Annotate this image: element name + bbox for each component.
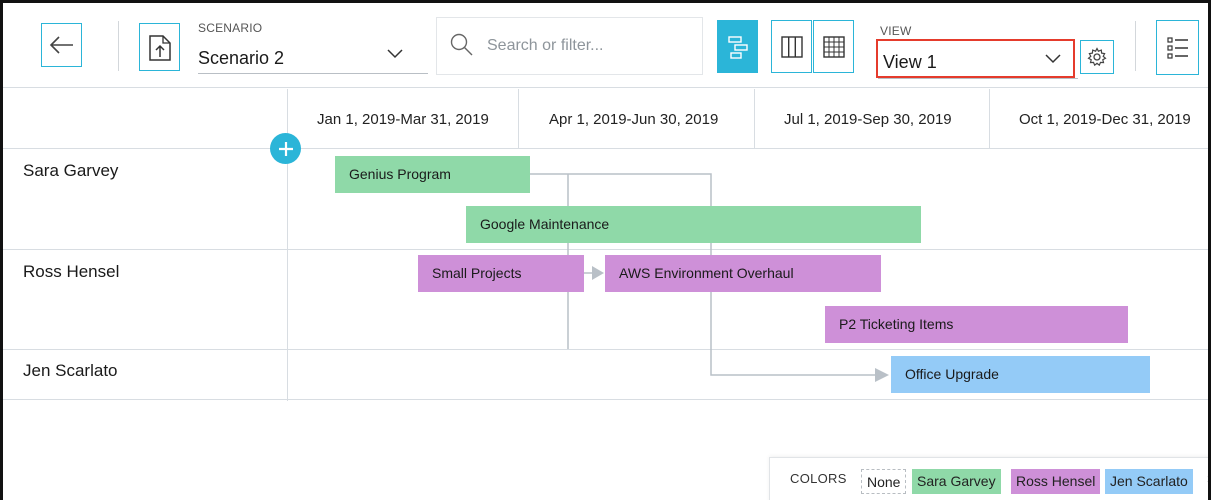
task-bar[interactable]: Genius Program [335,156,530,193]
legend-scroll-right[interactable]: › [1207,470,1208,486]
task-bar[interactable]: P2 Ticketing Items [825,306,1128,343]
legend-chip-jen[interactable]: Jen Scarlato [1105,469,1193,494]
task-bar[interactable]: Google Maintenance [466,206,921,243]
app-window: SCENARIO Scenario 2 Search or filter... [0,0,1211,500]
task-bar[interactable]: Small Projects [418,255,584,292]
task-bar[interactable]: Office Upgrade [891,356,1150,393]
legend-chip-ross[interactable]: Ross Hensel [1011,469,1101,494]
legend-chip-none[interactable]: None [861,469,907,494]
dependency-lines [530,173,889,382]
legend-chip-sara[interactable]: Sara Garvey [912,469,1001,494]
legend-title: COLORS [790,471,847,486]
task-bar[interactable]: AWS Environment Overhaul [605,255,881,292]
add-task-button[interactable] [270,133,301,164]
colors-legend: COLORS None Sara Garvey Ross Hensel Jen … [769,457,1208,500]
plus-icon [278,141,293,156]
